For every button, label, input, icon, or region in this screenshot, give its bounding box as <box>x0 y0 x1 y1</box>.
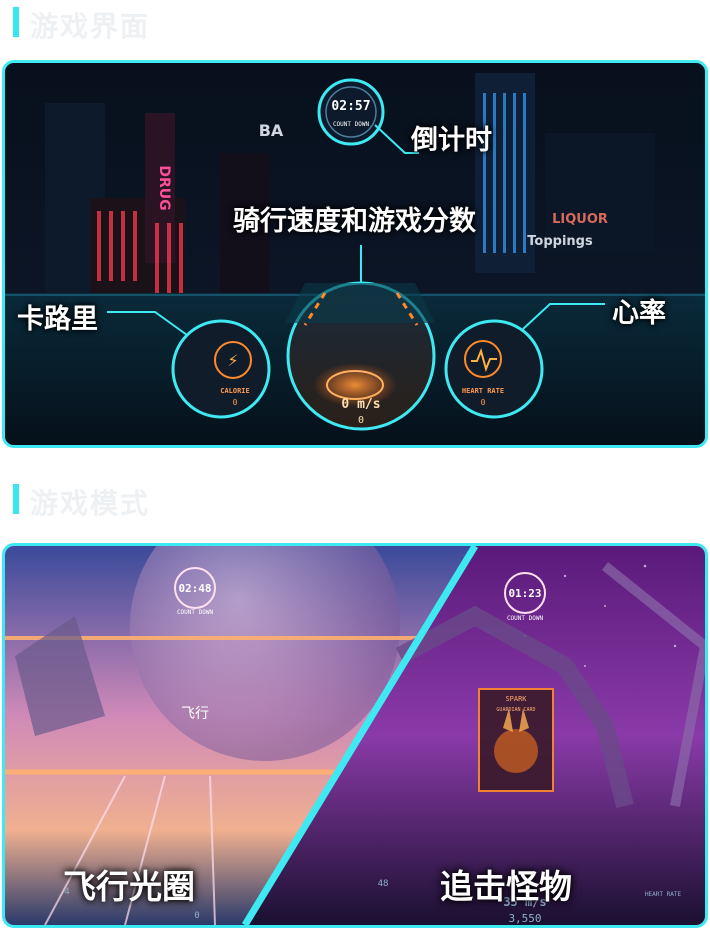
callout-calories: 卡路里 <box>17 304 98 335</box>
game-interface-panel: DRUG BA LIQUOR Toppings 02:57 COUNT DOWN… <box>2 60 708 448</box>
chase-countdown-time: 01:23 <box>508 587 541 600</box>
sign-ba: BA <box>259 121 284 140</box>
card-sub: GUARDIAN CARD <box>496 707 535 713</box>
callout-speed-score: 骑行速度和游戏分数 <box>233 206 476 237</box>
chase-score: 3,550 <box>508 912 541 925</box>
flight-countdown-label: COUNT DOWN <box>177 609 214 616</box>
section-accent-bar <box>13 7 19 37</box>
calories-value: 0 <box>233 398 238 407</box>
section-title: 游戏模式 <box>30 487 151 520</box>
flight-speed-sub: 0 <box>194 911 199 921</box>
mode-label-chase: 追击怪物 <box>440 867 572 906</box>
mode-label-flight: 飞行光圈 <box>63 867 195 906</box>
game-interface-scene: DRUG BA LIQUOR Toppings 02:57 COUNT DOWN… <box>5 73 705 445</box>
sign-drug: DRUG <box>156 165 172 210</box>
speed-sub: 0 <box>358 415 364 426</box>
heart-rate-label: HEART RATE <box>462 387 504 395</box>
speed-gauge: 0 m/s 0 <box>285 281 436 431</box>
countdown-time: 02:57 <box>331 99 370 114</box>
chase-heart-rate-label: HEART RATE <box>645 891 682 898</box>
sign-toppings: Toppings <box>527 234 593 249</box>
calories-gauge: ⚡ CALORIE 0 <box>171 319 271 419</box>
section-header-interface: 游戏界面 <box>0 3 710 43</box>
countdown-gauge: 02:57 COUNT DOWN <box>317 78 385 146</box>
heart-rate-gauge: HEART RATE 0 <box>444 319 544 419</box>
card-title: SPARK <box>505 695 527 703</box>
speed-value: 0 m/s <box>341 397 380 412</box>
section-header-modes: 游戏模式 <box>0 480 710 520</box>
callout-heart-rate: 心率 <box>612 298 666 329</box>
lightning-icon: ⚡ <box>227 351 238 370</box>
spark-guardian-card: SPARK GUARDIAN CARD <box>478 688 554 792</box>
countdown-label: COUNT DOWN <box>333 121 370 128</box>
flight-countdown-time: 02:48 <box>178 582 211 595</box>
game-modes-panel: 02:48 COUNT DOWN 飞行 4 0 01:23 COUNT DOWN… <box>2 543 708 928</box>
section-accent-bar <box>13 484 19 514</box>
chase-calories-value: 48 <box>378 879 389 889</box>
sign-liquor: LIQUOR <box>552 212 608 227</box>
calories-label: CALORIE <box>220 387 250 395</box>
monster-icon <box>494 729 538 773</box>
heart-rate-value: 0 <box>481 398 486 407</box>
section-title: 游戏界面 <box>30 10 151 43</box>
flight-center-text: 飞行 <box>181 706 209 722</box>
callout-countdown: 倒计时 <box>411 125 492 156</box>
chase-countdown-label: COUNT DOWN <box>507 615 544 622</box>
